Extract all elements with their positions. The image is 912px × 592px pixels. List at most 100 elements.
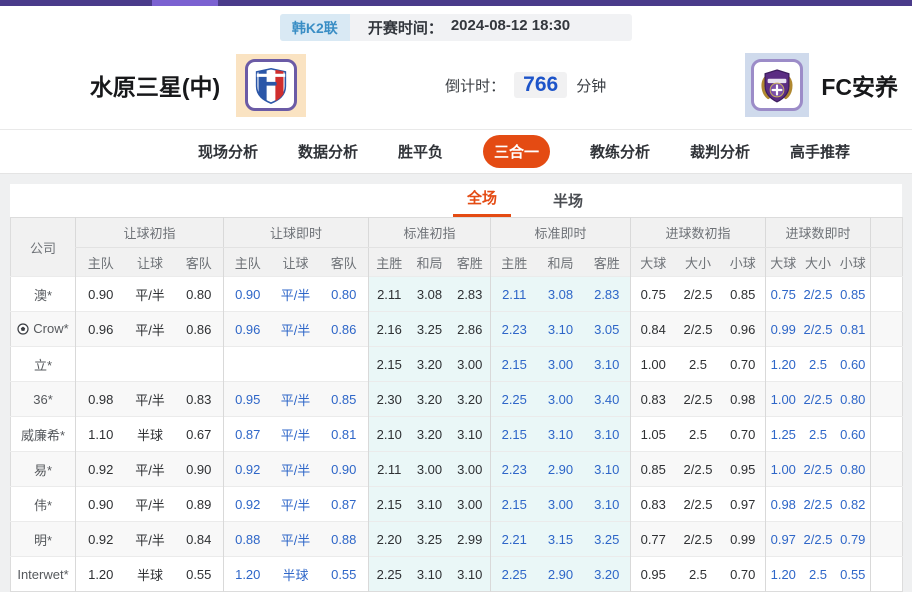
odds-cell: 2.83	[584, 277, 631, 312]
empty-cell	[871, 452, 903, 487]
odds-cell: 2.5	[676, 347, 721, 382]
company-cell[interactable]: 伟*	[11, 487, 76, 522]
company-name: 36*	[33, 392, 53, 407]
nav-tab-1[interactable]: 现场分析	[198, 141, 258, 162]
column-group-header: 进球数初指	[631, 218, 766, 248]
odds-card: 全场半场 公司 让球初指让球即时标准初指标准即时进球数初指进球数即时 主队让球客…	[10, 184, 902, 592]
nav-tabs: 现场分析 数据分析 胜平负 三合一 教练分析 裁判分析 高手推荐	[0, 129, 912, 174]
odds-cell: 0.85	[631, 452, 676, 487]
odds-table-body: 澳*0.90平/半0.800.90平/半0.802.113.082.832.11…	[11, 277, 903, 592]
odds-cell: 2.20	[369, 522, 410, 557]
company-cell[interactable]: 立*	[11, 347, 76, 382]
empty-cell	[871, 347, 903, 382]
odds-cell: 3.20	[410, 347, 450, 382]
odds-cell: 0.88	[320, 522, 369, 557]
odds-cell: 0.97	[766, 522, 801, 557]
odds-cell: 1.20	[766, 347, 801, 382]
odds-cell: 0.96	[224, 312, 272, 347]
empty-cell	[871, 277, 903, 312]
odds-cell: 2.23	[491, 312, 538, 347]
nav-tab-4[interactable]: 三合一	[483, 135, 550, 168]
odds-cell: 2.5	[801, 557, 836, 592]
home-team-logo	[236, 54, 306, 117]
league-badge[interactable]: 韩K2联	[280, 14, 350, 41]
odds-cell: 0.90	[224, 277, 272, 312]
odds-cell: 2/2.5	[676, 487, 721, 522]
odds-cell: 平/半	[272, 382, 320, 417]
league-chip: 韩K2联 开赛时间： 2024-08-12 18:30	[280, 14, 632, 41]
soccer-ball-icon	[17, 323, 29, 338]
odds-cell	[126, 347, 175, 382]
company-cell[interactable]: 澳*	[11, 277, 76, 312]
column-group-header: 标准初指	[369, 218, 491, 248]
column-group-header: 进球数即时	[766, 218, 871, 248]
company-cell[interactable]: 36*	[11, 382, 76, 417]
odds-cell: 半球	[126, 557, 175, 592]
odds-cell: 0.70	[721, 417, 766, 452]
odds-cell: 2.30	[369, 382, 410, 417]
company-name: Crow*	[33, 321, 68, 336]
odds-cell: 1.20	[76, 557, 126, 592]
odds-cell: 2/2.5	[801, 487, 836, 522]
odds-cell: 3.00	[450, 487, 491, 522]
odds-cell: 1.00	[766, 452, 801, 487]
odds-cell: 2.11	[369, 452, 410, 487]
odds-cell: 0.90	[76, 277, 126, 312]
odds-cell: 2/2.5	[801, 277, 836, 312]
odds-cell: 半球	[126, 417, 175, 452]
nav-tab-3[interactable]: 胜平负	[398, 141, 443, 162]
odds-cell: 2.5	[676, 557, 721, 592]
odds-cell: 2.10	[369, 417, 410, 452]
odds-cell: 0.55	[836, 557, 871, 592]
company-cell[interactable]: 威廉希*	[11, 417, 76, 452]
company-cell[interactable]: Crow*	[11, 312, 76, 347]
odds-cell: 0.95	[721, 452, 766, 487]
column-group-header: 让球初指	[76, 218, 224, 248]
odds-row: 威廉希*1.10半球0.670.87平/半0.812.103.203.102.1…	[11, 417, 903, 452]
kickoff-label: 开赛时间：	[368, 17, 443, 38]
odds-cell: 0.92	[76, 522, 126, 557]
odds-cell: 0.81	[836, 312, 871, 347]
odds-cell: 平/半	[126, 312, 175, 347]
odds-table: 公司 让球初指让球即时标准初指标准即时进球数初指进球数即时 主队让球客队主队让球…	[10, 217, 903, 592]
odds-cell: 2.21	[491, 522, 538, 557]
column-header: 客胜	[450, 248, 491, 277]
odds-cell: 3.10	[450, 557, 491, 592]
column-header: 主队	[224, 248, 272, 277]
column-header: 客队	[320, 248, 369, 277]
odds-cell: 平/半	[272, 312, 320, 347]
odds-cell: 3.08	[538, 277, 584, 312]
odds-cell: 3.10	[584, 347, 631, 382]
odds-cell: 3.10	[584, 487, 631, 522]
odds-cell: 平/半	[272, 277, 320, 312]
odds-cell: 平/半	[126, 522, 175, 557]
odds-cell: 2.83	[450, 277, 491, 312]
odds-cell: 2.25	[369, 557, 410, 592]
odds-cell: 3.10	[584, 452, 631, 487]
odds-cell: 0.90	[175, 452, 224, 487]
company-cell[interactable]: Interwet*	[11, 557, 76, 592]
nav-tab-7[interactable]: 高手推荐	[790, 141, 850, 162]
period-tab-2[interactable]: 半场	[539, 190, 597, 217]
odds-cell: 0.98	[76, 382, 126, 417]
page-body: 全场半场 公司 让球初指让球即时标准初指标准即时进球数初指进球数即时 主队让球客…	[0, 174, 912, 592]
odds-cell: 0.87	[224, 417, 272, 452]
odds-cell: 0.80	[836, 452, 871, 487]
odds-cell: 2.99	[450, 522, 491, 557]
nav-tab-6[interactable]: 裁判分析	[690, 141, 750, 162]
company-cell[interactable]: 明*	[11, 522, 76, 557]
odds-cell	[272, 347, 320, 382]
period-tab-1[interactable]: 全场	[453, 187, 511, 217]
nav-tab-2[interactable]: 数据分析	[298, 141, 358, 162]
odds-cell: 1.20	[224, 557, 272, 592]
odds-cell: 3.00	[450, 452, 491, 487]
company-cell[interactable]: 易*	[11, 452, 76, 487]
odds-row: 36*0.98平/半0.830.95平/半0.852.303.203.202.2…	[11, 382, 903, 417]
odds-cell: 平/半	[126, 487, 175, 522]
column-header: 让球	[126, 248, 175, 277]
empty-cell	[871, 312, 903, 347]
odds-cell: 3.20	[410, 382, 450, 417]
nav-tab-5[interactable]: 教练分析	[590, 141, 650, 162]
odds-cell: 0.81	[320, 417, 369, 452]
league-row: 韩K2联 开赛时间： 2024-08-12 18:30	[0, 14, 912, 41]
